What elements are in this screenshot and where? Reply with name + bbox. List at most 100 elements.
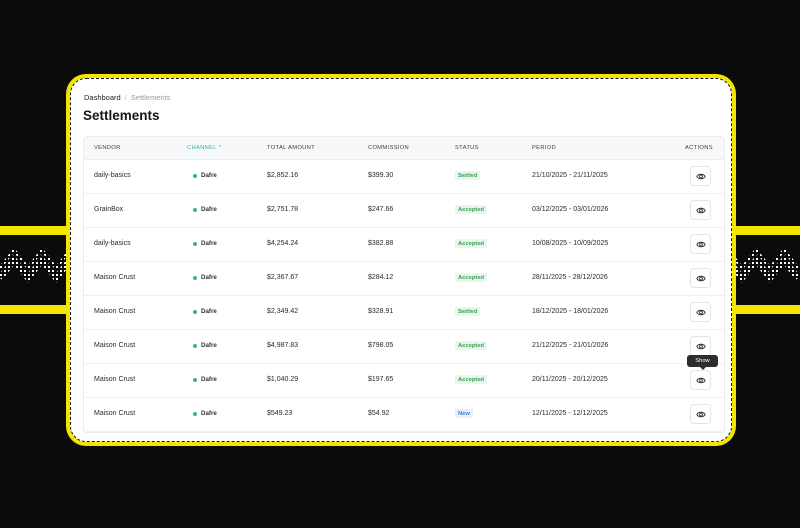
channel-dot-icon: [193, 174, 197, 178]
show-button[interactable]: [690, 268, 711, 288]
decorative-pattern-right: [728, 238, 800, 300]
channel-cell: Dafre: [201, 206, 217, 213]
status-badge: Accepted: [455, 375, 488, 384]
header-channel-label: CHANNEL: [187, 145, 217, 151]
decorative-pattern-left: [0, 238, 72, 300]
header-total-amount[interactable]: TOTAL AMOUNT: [267, 145, 315, 151]
channel-dot-icon: [193, 208, 197, 212]
vendor-cell: Maison Crust: [94, 274, 136, 281]
channel-cell: Dafre: [201, 410, 217, 417]
table-row: Maison Crust Dafre $4,987.83 $798.05 Accepte…: [84, 329, 724, 364]
total-amount-cell: $2,751.78: [267, 206, 299, 213]
settlements-card: Dashboard / Settlements Settlements VENDOR…: [70, 78, 732, 442]
header-actions: ACTIONS: [685, 145, 713, 151]
channel-cell: Dafre: [201, 308, 217, 315]
status-badge: Accepted: [455, 239, 488, 248]
period-cell: 18/12/2025 - 18/01/2026: [532, 308, 609, 315]
period-cell: 28/11/2025 - 28/12/2026: [532, 274, 608, 281]
total-amount-cell: $2,852.16: [267, 172, 299, 179]
show-button[interactable]: [690, 370, 711, 390]
vendor-cell: daily-basics: [94, 240, 131, 247]
channel-dot-icon: [193, 310, 197, 314]
table-row: Maison Crust Dafre $2,349.42 $328.91 Settled…: [84, 295, 724, 330]
period-cell: 20/11/2025 - 20/12/2025: [532, 376, 608, 383]
eye-icon: [696, 207, 706, 214]
commission-cell: $399.30: [368, 172, 394, 179]
vendor-cell: GrainBox: [94, 206, 124, 213]
eye-icon: [696, 309, 706, 316]
table-row: Maison Crust Dafre $549.23 $54.92 New 12/11/2…: [84, 397, 724, 432]
header-channel[interactable]: CHANNEL ^: [187, 145, 222, 151]
channel-cell: Dafre: [201, 172, 217, 179]
eye-icon: [696, 343, 706, 350]
channel-cell: Dafre: [201, 274, 217, 281]
commission-cell: $284.12: [368, 274, 394, 281]
vendor-cell: Maison Crust: [94, 410, 136, 417]
vendor-cell: Maison Crust: [94, 308, 136, 315]
breadcrumb: Dashboard / Settlements: [84, 93, 170, 102]
table-row: Maison Crust Dafre $1,040.29 $197.65 Accepte…: [84, 355, 724, 398]
show-button[interactable]: [690, 234, 711, 254]
table-row: Maison Crust Dafre $2,367.67 $284.12 Accepte…: [84, 261, 724, 296]
commission-cell: $328.91: [368, 308, 394, 315]
channel-cell: Dafre: [201, 342, 217, 349]
commission-cell: $798.05: [368, 342, 394, 349]
sort-asc-icon: ^: [218, 145, 222, 151]
eye-icon: [696, 173, 706, 180]
total-amount-cell: $549.23: [267, 410, 293, 417]
total-amount-cell: $4,254.24: [267, 240, 299, 247]
status-badge: Accepted: [455, 273, 488, 282]
table-header: VENDOR CHANNEL ^ TOTAL AMOUNT COMMISSION…: [84, 137, 724, 160]
eye-icon: [696, 377, 706, 384]
vendor-cell: daily-basics: [94, 172, 131, 179]
period-cell: 21/12/2025 - 21/01/2026: [532, 342, 609, 349]
channel-cell: Dafre: [201, 376, 217, 383]
show-button[interactable]: [690, 404, 711, 424]
status-badge: Settled: [455, 171, 481, 180]
commission-cell: $382.88: [368, 240, 394, 247]
vendor-cell: Maison Crust: [94, 342, 136, 349]
commission-cell: $197.65: [368, 376, 394, 383]
commission-cell: $247.66: [368, 206, 394, 213]
channel-cell: Dafre: [201, 240, 217, 247]
table-row: daily-basics Dafre $4,254.24 $382.88 Accepte…: [84, 227, 724, 262]
show-button[interactable]: [690, 166, 711, 186]
eye-icon: [696, 411, 706, 418]
breadcrumb-current: Settlements: [130, 93, 171, 102]
status-badge: Accepted: [455, 341, 488, 350]
vendor-cell: Maison Crust: [94, 376, 136, 383]
table-row: GrainBox Dafre $2,751.78 $247.66 Accepted 03/…: [84, 193, 724, 228]
show-tooltip: Show: [687, 355, 718, 370]
show-button[interactable]: [690, 336, 711, 356]
channel-dot-icon: [193, 276, 197, 280]
table-row: daily-basics Dafre $2,852.16 $399.30 Settled…: [84, 159, 724, 194]
total-amount-cell: $2,349.42: [267, 308, 299, 315]
header-commission[interactable]: COMMISSION: [368, 145, 409, 151]
header-vendor[interactable]: VENDOR: [94, 145, 121, 151]
page-title: Settlements: [83, 108, 160, 123]
period-cell: 21/10/2025 - 21/11/2025: [532, 172, 608, 179]
status-badge: Settled: [455, 307, 481, 316]
total-amount-cell: $4,987.83: [267, 342, 299, 349]
show-button[interactable]: [690, 200, 711, 220]
period-cell: 03/12/2025 - 03/01/2026: [532, 206, 609, 213]
channel-dot-icon: [193, 242, 197, 246]
channel-dot-icon: [193, 344, 197, 348]
settlements-table: VENDOR CHANNEL ^ TOTAL AMOUNT COMMISSION…: [83, 136, 725, 433]
channel-dot-icon: [193, 378, 197, 382]
header-status[interactable]: STATUS: [455, 145, 479, 151]
show-button[interactable]: [690, 302, 711, 322]
breadcrumb-dashboard-link[interactable]: Dashboard: [84, 93, 121, 102]
eye-icon: [696, 241, 706, 248]
period-cell: 10/08/2025 - 10/09/2025: [532, 240, 609, 247]
commission-cell: $54.92: [368, 410, 390, 417]
total-amount-cell: $1,040.29: [267, 376, 299, 383]
header-period[interactable]: PERIOD: [532, 145, 556, 151]
period-cell: 12/11/2025 - 12/12/2025: [532, 410, 608, 417]
eye-icon: [696, 275, 706, 282]
breadcrumb-separator: /: [124, 93, 127, 102]
total-amount-cell: $2,367.67: [267, 274, 299, 281]
channel-dot-icon: [193, 412, 197, 416]
status-badge: New: [455, 409, 473, 418]
status-badge: Accepted: [455, 205, 488, 214]
